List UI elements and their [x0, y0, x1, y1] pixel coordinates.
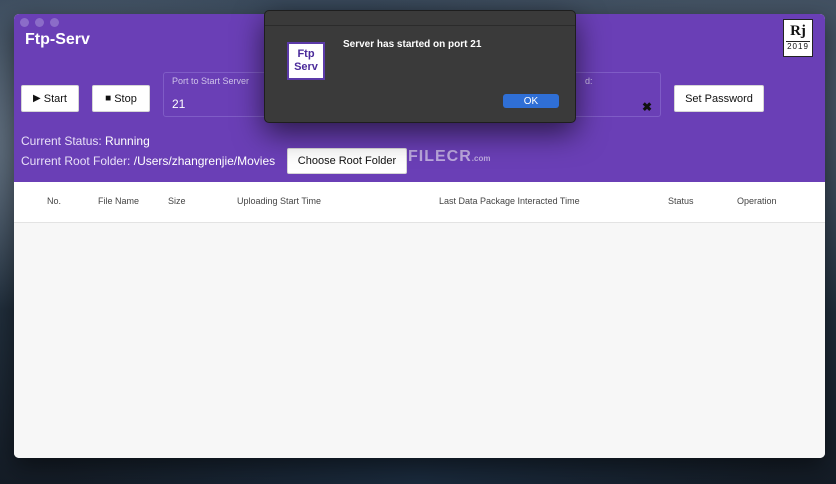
set-password-label: Set Password	[685, 92, 753, 105]
port-field-label: Port to Start Server	[172, 76, 250, 86]
close-window-button[interactable]	[20, 18, 29, 27]
alert-dialog: Ftp Serv Server has started on port 21 O…	[264, 10, 576, 123]
app-icon-line1: Ftp	[297, 48, 315, 60]
dialog-message: Server has started on port 21	[343, 39, 482, 50]
current-root-folder: Current Root Folder: /Users/zhangrenjie/…	[21, 154, 275, 168]
dialog-titlebar	[265, 11, 575, 26]
ok-button[interactable]: OK	[503, 94, 559, 108]
logo-monogram: Rj	[790, 23, 806, 39]
app-title: Ftp-Serv	[25, 31, 90, 48]
current-status-label: Current Status:	[21, 134, 102, 148]
root-folder-value: /Users/zhangrenjie/Movies	[133, 154, 276, 168]
root-folder-label: Current Root Folder:	[21, 154, 131, 168]
column-last-data-package-time[interactable]: Last Data Package Interacted Time	[439, 196, 580, 206]
stop-icon: ■	[105, 93, 112, 104]
zoom-window-button[interactable]	[50, 18, 59, 27]
choose-root-folder-button[interactable]: Choose Root Folder	[287, 148, 407, 174]
logo-year: 2019	[786, 41, 810, 51]
ftp-serv-app-icon: Ftp Serv	[287, 42, 325, 80]
table-body	[14, 223, 825, 458]
column-uploading-start-time[interactable]: Uploading Start Time	[237, 196, 321, 206]
watermark-text: FILECR	[408, 148, 472, 165]
stop-button-label: Stop	[114, 92, 137, 105]
start-button-label: Start	[43, 92, 67, 105]
column-file-name[interactable]: File Name	[98, 196, 139, 206]
minimize-window-button[interactable]	[35, 18, 44, 27]
watermark: FILECR.com	[408, 148, 490, 166]
play-icon: ▶	[33, 93, 41, 104]
table-header: No. File Name Size Uploading Start Time …	[14, 182, 825, 223]
set-password-button[interactable]: Set Password	[674, 85, 764, 112]
close-icon[interactable]: ✖	[642, 100, 652, 114]
password-field-label: d:	[585, 76, 593, 86]
column-operation[interactable]: Operation	[737, 196, 777, 206]
column-status[interactable]: Status	[668, 196, 694, 206]
stop-button[interactable]: ■ Stop	[92, 85, 150, 112]
current-status: Current Status: Running	[21, 134, 150, 148]
port-field-value[interactable]: 21	[172, 97, 185, 111]
current-status-value: Running	[105, 134, 150, 148]
choose-root-folder-label: Choose Root Folder	[297, 155, 397, 167]
watermark-suffix: .com	[471, 154, 491, 163]
app-icon-line2: Serv	[294, 61, 318, 73]
column-no[interactable]: No.	[47, 196, 61, 206]
column-size[interactable]: Size	[168, 196, 186, 206]
window-controls	[20, 18, 59, 27]
start-button[interactable]: ▶ Start	[21, 85, 79, 112]
brand-logo: Rj 2019	[783, 19, 813, 57]
